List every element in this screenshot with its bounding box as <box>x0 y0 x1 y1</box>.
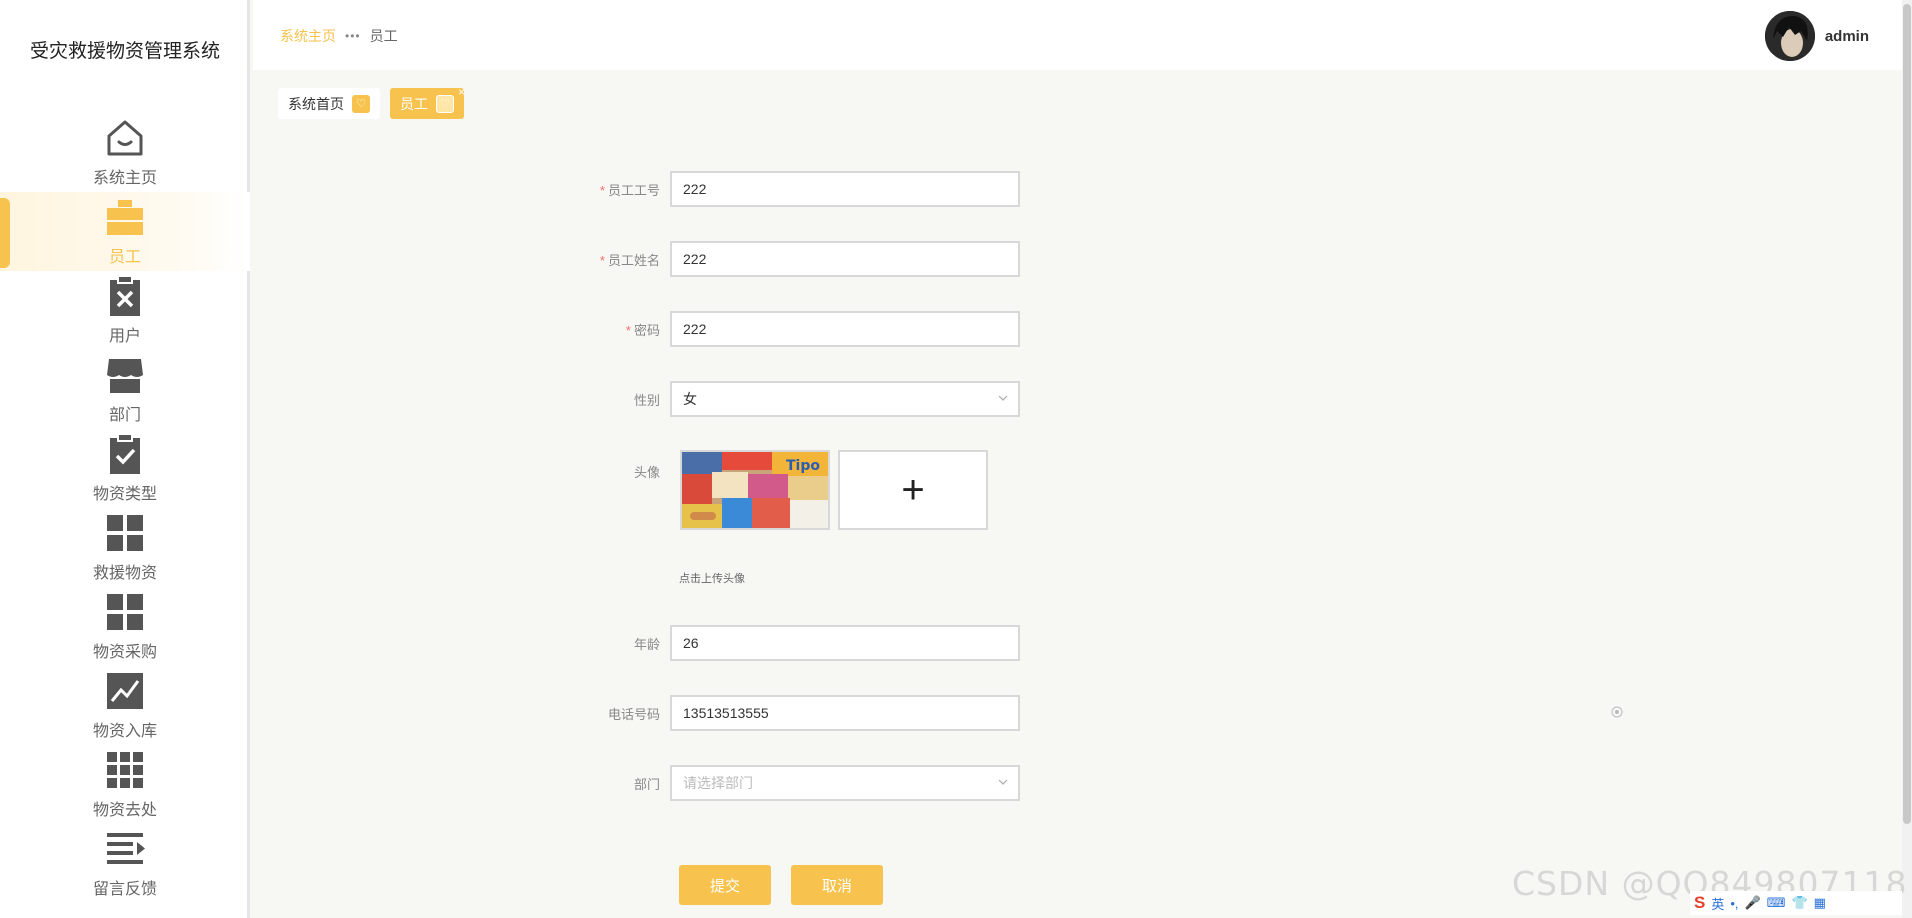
grid-icon <box>107 594 143 630</box>
employee-name-input[interactable]: 222 <box>670 241 1020 277</box>
page-scrollbar[interactable] <box>1902 0 1912 918</box>
clear-icon[interactable] <box>1611 706 1623 718</box>
employee-no-label: 员工工号 <box>607 182 660 198</box>
mic-icon: 🎤 <box>1744 895 1761 910</box>
sidebar-item-department[interactable]: 部门 <box>0 350 250 429</box>
top-header: 系统主页 ••• 员工 admin <box>253 0 1912 70</box>
avatar-image: Tipo <box>682 452 828 528</box>
clipboard-check-icon <box>110 433 140 474</box>
sidebar-item-label: 部门 <box>108 407 141 424</box>
apps-icon <box>107 752 143 788</box>
menu-icon: ▦ <box>1813 895 1826 910</box>
breadcrumb-current: 员工 <box>369 28 398 44</box>
home-icon <box>107 120 143 156</box>
form-row-gender: 性别 女 <box>560 381 1020 417</box>
required-mark: * <box>599 182 605 198</box>
breadcrumb: 系统主页 ••• 员工 <box>280 26 398 46</box>
sidebar-item-destination[interactable]: 物资去处 <box>0 745 250 824</box>
form-row-password: * 密码 222 <box>560 311 1020 347</box>
form-row-age: 年龄 26 <box>560 625 1020 661</box>
avatar[interactable] <box>1764 11 1815 61</box>
avatar-label: 头像 <box>633 465 660 480</box>
store-icon <box>107 359 143 393</box>
sidebar-item-purchase[interactable]: 物资采购 <box>0 587 250 666</box>
username[interactable]: admin <box>1825 28 1869 45</box>
chevron-down-icon <box>998 779 1008 785</box>
employee-no-input[interactable]: 222 <box>670 171 1020 207</box>
breadcrumb-separator: ••• <box>345 29 361 43</box>
briefcase-icon <box>107 200 143 235</box>
sogou-icon: S <box>1694 893 1706 912</box>
avatar-preview[interactable]: Tipo <box>680 450 830 530</box>
tag-bar: 系统首页 ♡ 员工 ♡ × <box>278 85 465 119</box>
sidebar-item-home[interactable]: 系统主页 <box>0 113 250 192</box>
punctuation-icon: •, <box>1730 895 1739 911</box>
gender-select[interactable]: 女 <box>670 381 1020 417</box>
sidebar-item-label: 物资采购 <box>92 644 157 661</box>
sidebar-item-label: 物资入库 <box>92 723 157 740</box>
gender-value: 女 <box>683 391 697 407</box>
tag-home[interactable]: 系统首页 ♡ <box>278 88 380 119</box>
form-row-department: 部门 请选择部门 <box>560 765 1020 801</box>
grid-icon <box>107 515 143 551</box>
avatar-upload-hint: 点击上传头像 <box>679 573 745 585</box>
form-row-employee-name: * 员工姓名 222 <box>560 241 1020 277</box>
sidebar: 受灾救援物资管理系统 系统主页 员工 用户 部门 物资类型 救援物资 物资采购 … <box>0 0 250 918</box>
avatar-upload-button[interactable]: + <box>838 450 988 530</box>
plus-icon: + <box>901 468 925 512</box>
password-input[interactable]: 222 <box>670 311 1020 347</box>
age-label: 年龄 <box>633 636 660 652</box>
sidebar-item-label: 物资去处 <box>92 802 157 819</box>
phone-input[interactable]: 13513513555 <box>670 695 1020 731</box>
sidebar-item-label: 系统主页 <box>92 170 157 187</box>
list-icon <box>107 833 145 864</box>
skin-icon: 👕 <box>1791 895 1808 910</box>
sidebar-item-label: 救援物资 <box>92 565 157 582</box>
required-mark: * <box>599 252 605 268</box>
sidebar-item-label: 员工 <box>108 249 141 266</box>
sidebar-item-relief-material[interactable]: 救援物资 <box>0 508 250 587</box>
keyboard-icon: ⌨ <box>1766 895 1786 910</box>
close-icon[interactable]: × <box>458 85 465 99</box>
sidebar-item-user[interactable]: 用户 <box>0 271 250 350</box>
sidebar-menu: 系统主页 员工 用户 部门 物资类型 救援物资 物资采购 物资入库 物资去处 留… <box>0 113 250 903</box>
sidebar-item-label: 留言反馈 <box>92 881 157 898</box>
chevron-down-icon <box>998 395 1008 401</box>
tag-label: 员工 <box>400 95 428 112</box>
heart-icon: ♡ <box>352 94 370 113</box>
department-select[interactable]: 请选择部门 <box>670 765 1020 801</box>
clipboard-x-icon <box>110 275 140 316</box>
app-title: 受灾救援物资管理系统 <box>29 41 220 62</box>
required-mark: * <box>625 322 631 338</box>
password-label: 密码 <box>633 322 660 338</box>
ime-toolbar[interactable]: S 英 •, 🎤 ⌨ 👕 ▦ <box>1690 891 1902 915</box>
chart-icon <box>107 673 143 709</box>
form-row-employee-no: * 员工工号 222 <box>560 171 1020 207</box>
sidebar-item-employee[interactable]: 员工 <box>0 192 250 271</box>
user-menu[interactable]: admin <box>1764 11 1869 61</box>
form-row-phone: 电话号码 13513513555 <box>560 695 1020 731</box>
scrollbar-thumb[interactable] <box>1903 4 1911 824</box>
sidebar-item-inbound[interactable]: 物资入库 <box>0 666 250 745</box>
gender-label: 性别 <box>633 392 660 408</box>
heart-icon: ♡ <box>436 94 454 113</box>
submit-button[interactable]: 提交 <box>679 865 771 905</box>
employee-name-label: 员工姓名 <box>607 252 660 268</box>
tag-label: 系统首页 <box>288 95 344 112</box>
age-input[interactable]: 26 <box>670 625 1020 661</box>
ime-lang[interactable]: 英 <box>1711 894 1724 913</box>
svg-text:Tipo: Tipo <box>786 458 820 474</box>
breadcrumb-home[interactable]: 系统主页 <box>280 26 336 46</box>
sidebar-item-label: 用户 <box>108 328 141 345</box>
phone-label: 电话号码 <box>607 706 660 722</box>
active-indicator <box>0 198 10 268</box>
sidebar-item-label: 物资类型 <box>92 486 157 503</box>
avatar-image <box>1764 11 1815 61</box>
department-placeholder: 请选择部门 <box>683 775 753 791</box>
cancel-button[interactable]: 取消 <box>791 865 883 905</box>
tag-employee[interactable]: 员工 ♡ × <box>390 85 465 119</box>
sidebar-item-feedback[interactable]: 留言反馈 <box>0 824 250 903</box>
department-label: 部门 <box>633 776 660 792</box>
sidebar-item-material-type[interactable]: 物资类型 <box>0 429 250 508</box>
